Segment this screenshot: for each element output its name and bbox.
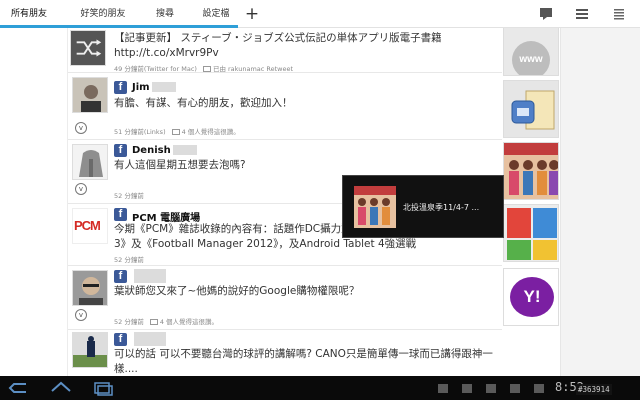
add-tab-button[interactable]: + (243, 3, 261, 25)
feed-post[interactable]: f 可以的話 可以不要聽台灣的球評的講解嗎? CANO只是簡單傳一球而已講得跟神… (68, 330, 502, 376)
post-time: 49 分鐘前(Twitter for Mac) (114, 65, 197, 73)
pcm-logo: PCM (74, 218, 101, 233)
post-author[interactable]: Denish (132, 145, 197, 156)
mail-icon[interactable] (510, 384, 520, 393)
filter-icon[interactable] (574, 6, 592, 22)
feed-post[interactable]: v f 葉狀師您又來了~他媽的說好的Google購物權限呢？ 52 分鐘前 4 個… (68, 266, 502, 330)
post-meta: 51 分鐘前(Links) 4 個人覺得這很讚。 (114, 126, 240, 136)
post-author[interactable]: Jim (132, 82, 176, 93)
facebook-icon: f (114, 144, 127, 157)
post-meta: 52 分鐘前 4 個人覺得這很讚。 (114, 316, 218, 326)
overflow-menu-icon[interactable] (610, 6, 628, 22)
avatar[interactable] (72, 332, 108, 368)
right-empty-strip (560, 28, 640, 376)
debug-icon[interactable] (462, 384, 472, 393)
post-time: 51 分鐘前(Links) (114, 128, 166, 136)
tab-profile[interactable]: 設定檔 (194, 0, 238, 28)
facebook-icon: f (114, 333, 127, 346)
top-tab-bar: 所有朋友 好笑的朋友 搜尋 設定檔 + (0, 0, 640, 28)
avatar[interactable] (72, 77, 108, 113)
watermark: #363914 (576, 384, 612, 395)
avatar[interactable] (72, 270, 108, 306)
system-bar: 8:52 #363914 (0, 376, 640, 400)
post-text: 葉狀師您又來了~他媽的說好的Google購物權限呢？ (114, 285, 360, 297)
post-likes: 4 個人覺得這很讚。 (159, 318, 219, 326)
facebook-icon: f (114, 81, 127, 94)
notification-toast[interactable]: 北投溫泉季11/4-7 ... (342, 175, 504, 238)
link-thumbnail[interactable] (503, 142, 559, 200)
post-time: 52 分鐘前 (114, 256, 144, 264)
magazine-cover-icon (504, 205, 558, 261)
expand-chevron-icon[interactable]: v (75, 122, 87, 134)
link-thumbnail[interactable]: www (503, 28, 559, 76)
feed-post[interactable]: v f Jim 有膽、有謀、有心的朋友，歡迎加入！ 51 分鐘前(Links) 4… (68, 73, 502, 140)
download-icon[interactable] (486, 384, 496, 393)
group-photo-icon (504, 143, 558, 199)
notification-text: 北投溫泉季11/4-7 ... (403, 203, 480, 212)
expand-chevron-icon[interactable]: v (75, 183, 87, 195)
post-text: 【記事更新】 スティーブ・ジョブズ公式伝記の単体アプリ版電子書籍 http://… (114, 32, 442, 59)
facebook-icon: f (114, 208, 127, 221)
tab-all-friends[interactable]: 所有朋友 (0, 0, 58, 28)
notification-thumbnail (354, 186, 396, 228)
retweet-icon (202, 66, 211, 72)
like-icon (149, 319, 158, 325)
baseball-photo-icon (73, 333, 107, 367)
post-likes: 4 個人覺得這很讚。 (181, 128, 240, 136)
name-redaction (134, 269, 166, 283)
post-time: 52 分鐘前 (114, 318, 144, 326)
like-icon (171, 129, 180, 135)
person-photo-icon (73, 271, 107, 305)
link-thumbnail[interactable] (503, 80, 559, 138)
post-meta: 49 分鐘前(Twitter for Mac) 已由 rakunamac Retw… (114, 63, 293, 73)
link-thumbnail[interactable]: Y! (503, 268, 559, 326)
link-thumbnail[interactable] (503, 204, 559, 262)
post-time: 52 分鐘前 (114, 192, 144, 200)
person-photo-icon (73, 78, 107, 112)
back-icon[interactable] (6, 379, 32, 397)
tab-search[interactable]: 搜尋 (146, 0, 184, 28)
news-feed[interactable]: 【記事更新】 スティーブ・ジョブズ公式伝記の単体アプリ版電子書籍 http://… (0, 28, 640, 376)
hoodie-photo-icon (73, 145, 107, 179)
usb-icon[interactable] (438, 384, 448, 393)
post-text: 有人這個星期五想要去泡嗎? (114, 159, 246, 171)
tab-funny-friends[interactable]: 好笑的朋友 (72, 0, 134, 28)
feed-post[interactable]: 【記事更新】 スティーブ・ジョブズ公式伝記の単体アプリ版電子書籍 http://… (68, 28, 502, 73)
name-redaction (134, 332, 166, 346)
compose-icon[interactable] (538, 6, 556, 22)
post-text: 有膽、有謀、有心的朋友，歡迎加入！ (114, 97, 293, 109)
recent-apps-icon[interactable] (90, 379, 116, 397)
plugin-icon (511, 90, 555, 130)
avatar[interactable] (72, 144, 108, 180)
www-icon: www (512, 41, 550, 75)
shuffle-app-icon (70, 30, 106, 66)
post-retweet-info: 已由 rakunamac Retweet (212, 65, 294, 73)
name-redaction (151, 82, 176, 92)
home-icon[interactable] (48, 379, 74, 397)
avatar[interactable]: PCM (72, 208, 108, 244)
expand-chevron-icon[interactable]: v (75, 309, 87, 321)
yahoo-logo: Y! (510, 277, 554, 317)
facebook-icon: f (114, 270, 127, 283)
name-redaction (172, 145, 197, 155)
notification-icon[interactable] (534, 384, 544, 393)
post-text: 可以的話 可以不要聽台灣的球評的講解嗎? CANO只是簡單傳一球而已講得跟神一樣… (114, 348, 493, 375)
